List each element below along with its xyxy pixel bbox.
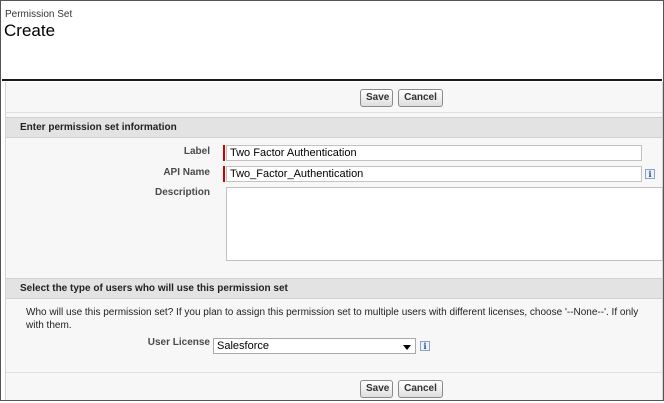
top-button-row: Save Cancel <box>6 82 662 113</box>
help-text-line-2: with them. <box>26 320 72 331</box>
user-license-selected-value: Salesforce <box>217 340 269 352</box>
user-license-info-icon[interactable]: i <box>420 341 430 351</box>
description-field-label: Description <box>154 187 210 198</box>
api-name-info-icon[interactable]: i <box>645 169 655 179</box>
label-field-label: Label <box>183 146 210 157</box>
required-indicator-label <box>223 145 225 161</box>
header-divider <box>2 79 662 81</box>
cancel-button-top[interactable]: Cancel <box>398 89 443 107</box>
permission-set-form: Save Cancel Enter permission set informa… <box>5 82 663 400</box>
api-name-field-label: API Name <box>163 167 210 178</box>
page-title: Create <box>4 21 56 40</box>
page-frame: Permission Set Create Save Cancel Enter … <box>0 0 664 401</box>
section-header-info: Enter permission set information <box>6 117 662 138</box>
cancel-button-bottom[interactable]: Cancel <box>398 380 443 398</box>
dropdown-arrow-icon <box>403 345 411 350</box>
section-header-users: Select the type of users who will use th… <box>6 278 662 299</box>
breadcrumb: Permission Set <box>5 9 73 20</box>
required-indicator-api-name <box>223 166 225 182</box>
page-header: Permission Set Create <box>1 1 663 80</box>
bottom-button-row: Save Cancel <box>6 372 662 403</box>
user-license-field-label: User License <box>147 337 210 348</box>
label-input[interactable]: Two Factor Authentication <box>226 145 642 161</box>
api-name-input[interactable]: Two_Factor_Authentication <box>226 166 642 182</box>
description-textarea[interactable] <box>226 187 663 261</box>
help-text-line-1: Who will use this permission set? If you… <box>26 307 639 318</box>
user-license-help-text: Who will use this permission set? If you… <box>26 306 664 332</box>
user-license-select[interactable]: Salesforce <box>213 338 416 354</box>
section-title-users: Select the type of users who will use th… <box>20 283 288 294</box>
section-title-info: Enter permission set information <box>20 122 177 133</box>
save-button-top[interactable]: Save <box>360 89 393 107</box>
save-button-bottom[interactable]: Save <box>360 380 393 398</box>
